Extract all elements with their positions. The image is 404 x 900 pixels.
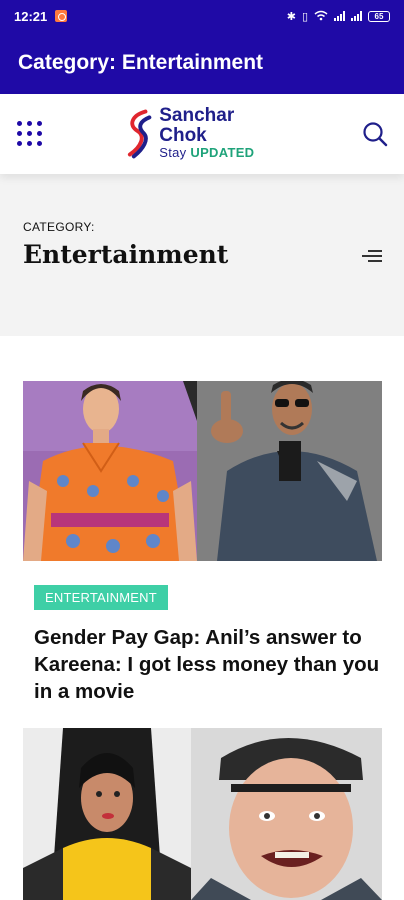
status-icons: ✱ ▯ 65 [287,10,390,23]
logo-name: Sanchar Chok [159,104,235,146]
search-icon[interactable] [362,121,388,147]
status-bar: 12:21 ✱ ▯ 65 [0,0,404,32]
logo-mark-icon [127,109,152,159]
app-bar-title: Category: Entertainment [18,51,264,74]
site-logo[interactable]: Sanchar Chok Stay UPDATED [124,104,284,162]
article-image-left [23,381,197,561]
vibrate-icon: ▯ [301,9,308,23]
logo-tagline: Stay UPDATED [159,145,284,160]
sort-menu-icon[interactable] [360,250,382,266]
signal-icon-2 [351,11,362,21]
article-image[interactable] [23,381,382,561]
wifi-icon [314,10,328,23]
logo-tag-highlight: UPDATED [190,145,255,161]
site-header: Sanchar Chok Stay UPDATED [0,94,404,174]
category-title: Entertainment [23,240,229,269]
category-header: CATEGORY: Entertainment [0,174,404,336]
notification-app-icon [55,10,68,22]
bluetooth-icon: ✱ [286,9,296,23]
category-label: CATEGORY: [23,220,95,234]
logo-tag-prefix: Stay [159,145,187,161]
article-image[interactable] [23,728,382,900]
article-headline[interactable]: Gender Pay Gap: Anil’s answer to Kareena… [34,624,384,705]
article-image-right [197,381,382,561]
article-image-right [191,728,382,900]
battery-icon: 65 [368,10,390,22]
app-bar: Category: Entertainment [0,32,404,94]
article-image-left [23,728,191,900]
signal-icon [334,11,345,21]
grid-dots-icon[interactable] [17,121,43,147]
category-badge[interactable]: ENTERTAINMENT [34,585,168,610]
status-time: 12:21 [14,8,48,24]
